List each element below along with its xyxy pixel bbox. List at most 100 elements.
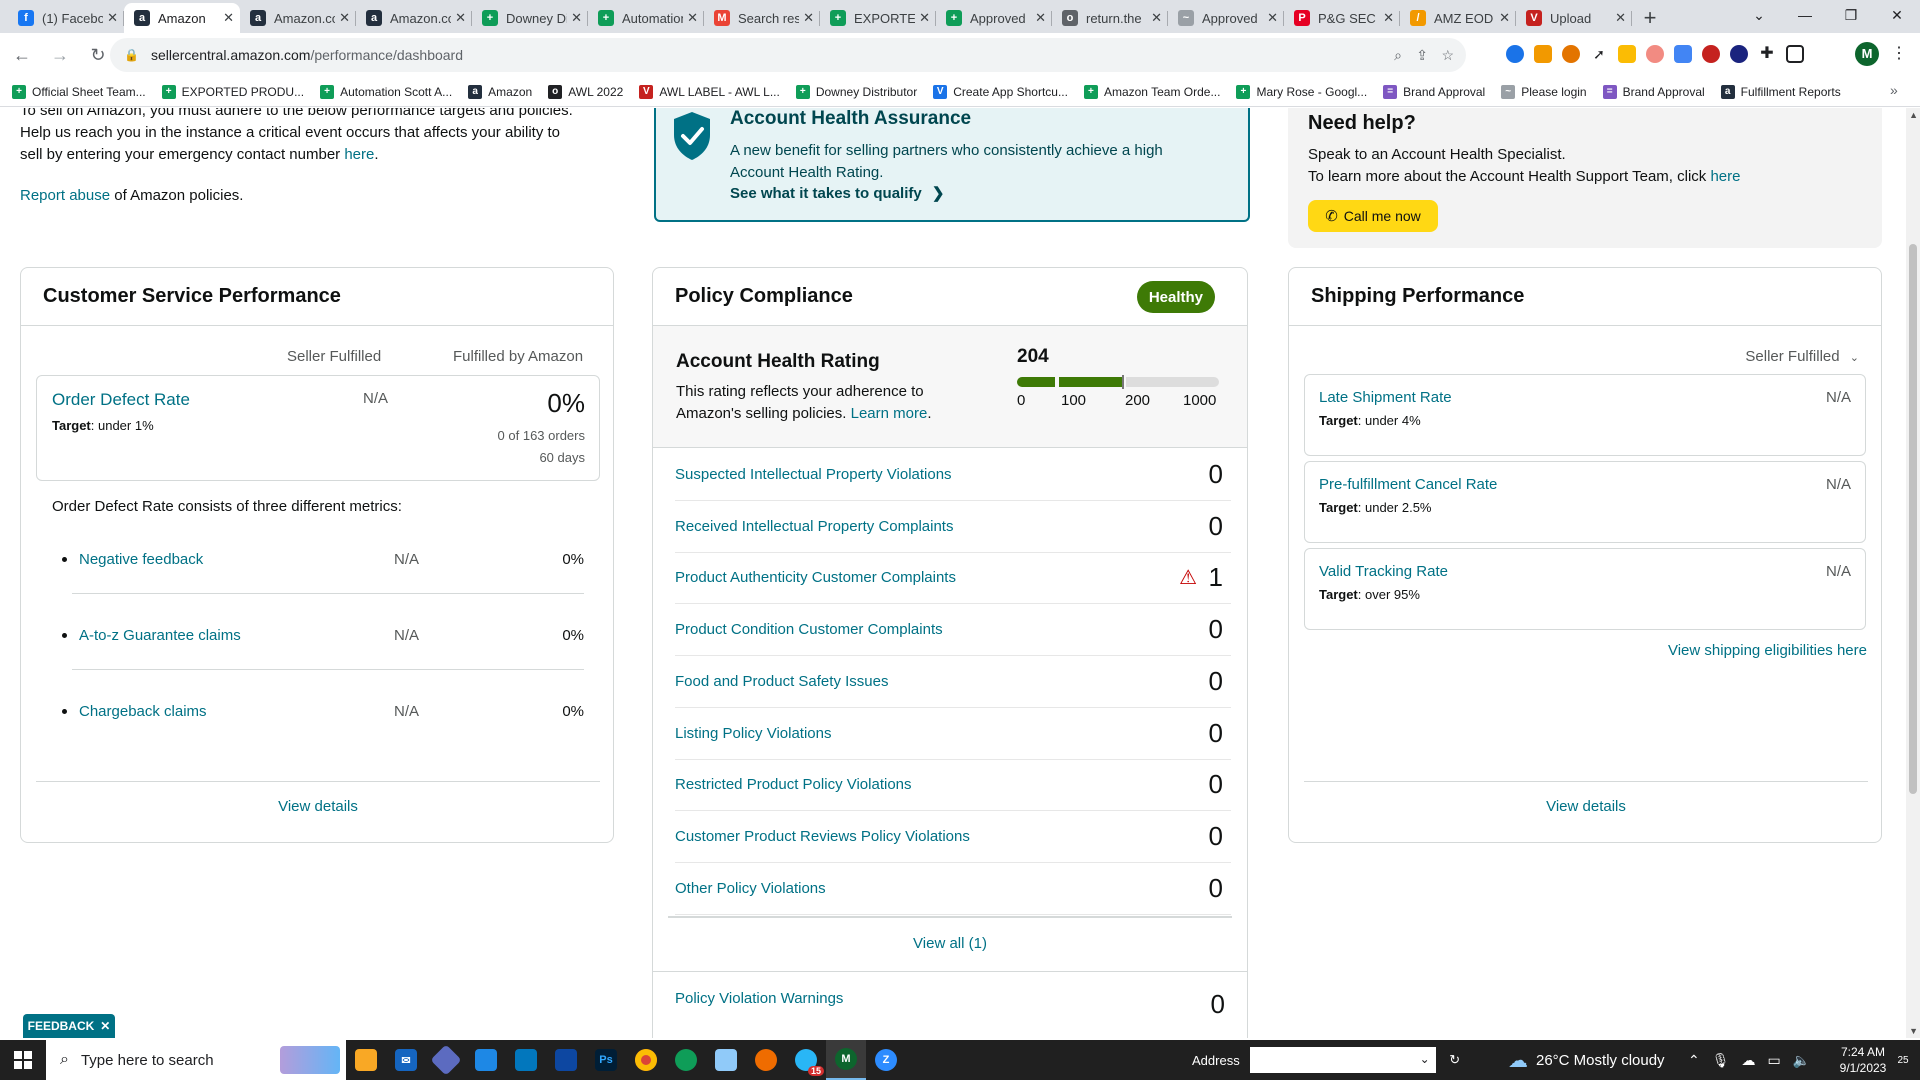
browser-tab[interactable]: a Amazon.com✕ [356,3,472,33]
policy-violation-row[interactable]: Customer Product Reviews Policy Violatio… [675,811,1231,863]
taskbar-search-box[interactable]: ⌕ Type here to search [46,1040,346,1080]
side-panel-icon[interactable] [1786,45,1804,63]
policy-violation-row[interactable]: Product Authenticity Customer Complaints… [675,552,1231,605]
bookmark-item[interactable]: o AWL 2022 [548,84,623,99]
new-tab-button[interactable]: + [1632,3,1668,33]
extension-icon[interactable] [1702,45,1720,63]
close-tab-icon[interactable]: ✕ [339,10,350,26]
bookmark-item[interactable]: + Mary Rose - Googl... [1236,84,1367,99]
menu-kebab-icon[interactable]: ⋮ [1890,45,1908,63]
close-tab-icon[interactable]: ✕ [1383,10,1394,26]
shipping-eligibilities-link[interactable]: View shipping eligibilities here [1668,642,1867,659]
bookmark-item[interactable]: a Fulfillment Reports [1720,84,1841,99]
policy-violation-link[interactable]: Customer Product Reviews Policy Violatio… [675,828,1231,845]
clock[interactable]: 7:24 AM 9/1/2023 [1838,1044,1888,1076]
policy-violation-link[interactable]: Received Intellectual Property Complaint… [675,518,1231,535]
microphone-icon[interactable]: 🎙 [1712,1052,1730,1069]
policy-violation-link[interactable]: Food and Product Safety Issues [675,673,1231,690]
policy-violation-row[interactable]: Product Condition Customer Complaints 0 [675,604,1231,657]
policy-violation-link[interactable]: Listing Policy Violations [675,725,1231,742]
scrollbar-thumb[interactable] [1909,244,1917,794]
close-tab-icon[interactable]: ✕ [1151,10,1162,26]
file-explorer-icon[interactable] [346,1040,386,1080]
bookmark-item[interactable]: + Downey Distributor [795,84,917,99]
extension-icon[interactable] [1618,45,1636,63]
browser-tab[interactable]: + EXPORTED✕ [820,3,936,33]
report-abuse-link[interactable]: Report abuse [20,187,110,204]
address-bar[interactable]: 🔒 sellercentral.amazon.com/performance/d… [110,38,1466,72]
browser-tab[interactable]: a Amazon.com✕ [240,3,356,33]
browser-tab[interactable]: P P&G SEC ✕ [1284,3,1400,33]
notification-center[interactable]: 25 [1890,1048,1916,1072]
policy-violation-row[interactable]: Received Intellectual Property Complaint… [675,501,1231,553]
chrome-icon[interactable] [626,1040,666,1080]
extensions-puzzle-icon[interactable]: ✚ [1758,45,1776,63]
bookmark-item[interactable]: a Amazon [468,84,532,99]
close-tab-icon[interactable]: ✕ [919,10,930,26]
address-toolbar-input[interactable]: ⌄ [1249,1047,1436,1073]
telegram-icon[interactable]: 15 [786,1040,826,1080]
csp-view-details-link[interactable]: View details [21,798,615,815]
calculator-icon[interactable] [546,1040,586,1080]
extension-icon[interactable] [1646,45,1664,63]
chrome-profile-icon[interactable]: M [826,1040,866,1080]
close-tab-icon[interactable]: ✕ [107,10,118,26]
call-me-now-button[interactable]: ✆ Call me now [1308,200,1438,232]
bookmark-item[interactable]: + EXPORTED PRODU... [161,84,304,99]
app-icon[interactable] [746,1040,786,1080]
store-icon[interactable] [466,1040,506,1080]
extension-icon[interactable] [1562,45,1580,63]
shipping-metric-link[interactable]: Valid Tracking Rate [1319,563,1448,580]
tab-search-icon[interactable]: ⌄ [1736,0,1782,30]
feedback-tab[interactable]: FEEDBACK ✕ [23,1014,115,1038]
policy-violation-link[interactable]: Product Authenticity Customer Complaints [675,569,1231,586]
close-tab-icon[interactable]: ✕ [571,10,582,26]
back-button[interactable]: ← [6,39,38,71]
support-team-link[interactable]: here [1710,168,1740,185]
close-tab-icon[interactable]: ✕ [1499,10,1510,26]
close-tab-icon[interactable]: ✕ [223,10,234,26]
app-icon[interactable] [426,1040,466,1080]
zoom-app-icon[interactable]: Z [866,1040,906,1080]
odr-metric-link[interactable]: Chargeback claims [79,703,207,720]
close-tab-icon[interactable]: ✕ [687,10,698,26]
shipping-metric-link[interactable]: Pre-fulfillment Cancel Rate [1319,476,1497,493]
policy-violation-row[interactable]: Restricted Product Policy Violations 0 [675,759,1231,812]
close-tab-icon[interactable]: ✕ [1267,10,1278,26]
odr-metric-link[interactable]: A-to-z Guarantee claims [79,627,241,644]
emergency-contact-link[interactable]: here [344,146,374,163]
ahr-learn-more-link[interactable]: Learn more [851,405,928,422]
extension-icon[interactable] [1534,45,1552,63]
extension-icon[interactable] [1730,45,1748,63]
browser-tab[interactable]: ~ Approved ✕ [1168,3,1284,33]
browser-tab[interactable]: + Downey Distributor✕ [472,3,588,33]
policy-violation-row[interactable]: Food and Product Safety Issues 0 [675,656,1231,708]
bookmark-item[interactable]: ~ Please login [1501,84,1587,99]
bookmark-item[interactable]: V Create App Shortcu... [933,84,1068,99]
browser-tab[interactable]: M Search results✕ [704,3,820,33]
minimize-button[interactable]: — [1782,0,1828,30]
browser-tab[interactable]: / AMZ EOD ✕ [1400,3,1516,33]
extension-icon[interactable]: ➚ [1590,45,1608,63]
onedrive-icon[interactable]: ☁ [1742,1052,1756,1069]
shipping-metric-link[interactable]: Late Shipment Rate [1319,389,1452,406]
page-scrollbar[interactable] [1906,108,1920,1038]
extension-icon[interactable] [1674,45,1692,63]
bookmark-item[interactable]: + Automation Scott A... [320,84,452,99]
odr-metric-link[interactable]: Negative feedback [79,551,203,568]
profile-avatar[interactable]: M [1855,42,1879,66]
weather-widget[interactable]: ☁ 26°C Mostly cloudy [1508,1040,1665,1080]
scroll-down-icon[interactable]: ▼ [1909,1026,1918,1036]
volume-icon[interactable]: 🔈 [1793,1052,1810,1069]
browser-tab[interactable]: V Upload ✕ [1516,3,1632,33]
browser-tab[interactable]: o return.the ✕ [1052,3,1168,33]
policy-violation-row[interactable]: Other Policy Violations 0 [675,863,1231,915]
browser-tab[interactable]: a Amazon ✕ [124,3,240,33]
refresh-icon[interactable]: ↻ [1442,1047,1468,1073]
network-icon[interactable]: ▭ [1768,1052,1781,1069]
forward-button[interactable]: → [44,39,76,71]
browser-tab[interactable]: + Automation ✕ [588,3,704,33]
browser-tab[interactable]: + Approved ✕ [936,3,1052,33]
policy-violation-row[interactable]: Listing Policy Violations 0 [675,708,1231,760]
bookmarks-overflow-icon[interactable]: » [1890,82,1898,98]
